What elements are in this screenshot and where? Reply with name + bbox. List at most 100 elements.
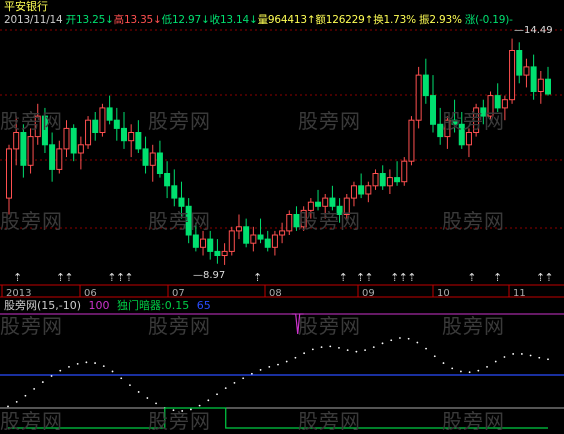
candle-body: [228, 230, 235, 252]
oscillator-dot: [381, 342, 384, 345]
amplitude-value: 2.93%: [429, 14, 462, 26]
quote-date: 2013/11/14: [4, 14, 63, 26]
up-arrow-icon: ⇡: [13, 271, 22, 284]
oscillator-dot: [451, 367, 454, 370]
indicator-level: 100: [88, 299, 110, 312]
candle-body: [99, 107, 106, 134]
quote-bar: 2013/11/14 开13.25↓高13.35↓低12.97↓收13.14↓量…: [4, 14, 513, 26]
oscillator-dot: [137, 391, 140, 393]
oscillator-dot: [102, 365, 105, 368]
candle-body: [465, 132, 472, 146]
watermark: 股旁网: [298, 109, 361, 133]
oscillator-dot: [390, 339, 393, 342]
candle-body: [271, 234, 278, 248]
watermark: 股旁网: [298, 209, 361, 233]
signal-value: 0.15: [164, 299, 190, 312]
candle-body: [386, 177, 393, 187]
oscillator-dot: [399, 337, 401, 339]
candle-body: [192, 234, 199, 248]
down-arrow-icon: ↓: [249, 14, 258, 26]
up-arrow-icon: ⇡: [467, 271, 476, 284]
candle-body: [63, 127, 70, 150]
oscillator-dot: [364, 349, 366, 352]
candle-body: [77, 144, 84, 154]
candle-body: [365, 185, 372, 195]
candle-body: [401, 160, 408, 183]
candle-body: [372, 173, 379, 187]
candle-body: [537, 78, 544, 92]
turnover-label: 换: [373, 14, 384, 26]
oscillator-dot: [460, 370, 462, 373]
oscillator-dot: [111, 370, 114, 373]
oscillator-dot: [494, 360, 497, 363]
candle-body: [207, 238, 214, 252]
candle-body: [135, 132, 142, 150]
change-value: (-0.19)-: [475, 14, 513, 26]
low-label: 低: [161, 14, 173, 26]
axis-label-08: 08: [269, 288, 282, 299]
up-arrow-icon: ⇡: [407, 271, 416, 284]
candle-body: [523, 66, 530, 76]
candle-body: [49, 144, 56, 170]
candle-body: [415, 74, 422, 121]
watermark: 股旁网: [442, 109, 505, 133]
change-label: 涨: [464, 14, 476, 26]
oscillator-dot: [24, 394, 27, 397]
candle-body: [235, 226, 242, 232]
oscillator-dot: [33, 388, 36, 390]
oscillator-dot: [233, 381, 236, 384]
volume-value: 964413: [267, 14, 307, 26]
axis-label-09: 09: [362, 288, 375, 299]
close-label: 收: [209, 14, 221, 26]
candle-body: [142, 148, 149, 166]
axis-label-10: 10: [437, 288, 450, 299]
watermark: 股旁网: [148, 209, 211, 233]
candle-body: [509, 50, 516, 101]
candle-body: [394, 177, 401, 183]
max-price-marker: —14.49: [514, 25, 553, 36]
candle-body: [106, 107, 113, 121]
candle-body: [279, 230, 286, 236]
oscillator-dot: [529, 354, 532, 357]
watermark: 股旁网: [0, 109, 63, 133]
candle-body: [545, 78, 551, 95]
candle-body: [530, 66, 537, 93]
up-arrow-icon: ⇡: [253, 271, 262, 284]
oscillator-dot: [355, 350, 358, 353]
high-label: 高: [113, 14, 125, 26]
oscillator-dot: [503, 356, 506, 358]
watermark: 股旁网: [442, 209, 505, 233]
oscillator-dot: [15, 400, 18, 403]
oscillator-dot: [346, 349, 349, 352]
min-price-marker: —8.97: [193, 270, 226, 281]
candle-body: [214, 250, 221, 256]
indicator-title: 股旁网(15,-10) 100 独门暗器:0.15 65: [4, 300, 211, 312]
oscillator-dot: [146, 397, 149, 399]
oscillator-dot: [520, 353, 523, 355]
open-value: 13.25: [75, 14, 106, 26]
candle-body: [6, 148, 12, 199]
oscillator-dot: [477, 369, 480, 372]
watermark: 股旁网: [148, 314, 211, 338]
down-arrow-icon: ↓: [153, 14, 162, 26]
oscillator-dot: [303, 352, 306, 355]
oscillator-dot: [224, 387, 227, 390]
candle-body: [70, 127, 77, 154]
indicator-tail: 65: [196, 299, 211, 312]
up-arrow-icon: ⇡: [339, 271, 348, 284]
oscillator-dot: [442, 362, 445, 364]
oscillator-dot: [468, 371, 471, 374]
oscillator-dot: [416, 341, 419, 344]
candle-body: [516, 50, 523, 76]
max-price-value: 14.49: [524, 25, 553, 36]
oscillator-dot: [41, 381, 44, 383]
candle-body: [113, 119, 120, 129]
signal-arrows: ⇡ ⇡ ⇡ ⇡ ⇡ ⇡ ⇡ ⇡ ⇡ ⇡ ⇡ ⇡ ⇡ ⇡ ⇡ ⇡ ⇡: [13, 271, 554, 284]
candle-body: [430, 95, 437, 125]
oscillator-dot: [250, 372, 253, 375]
oscillator-dot: [486, 365, 488, 368]
indicator-params: (15,-10): [37, 299, 82, 312]
candle-body: [85, 119, 92, 146]
watermark: 股旁网: [442, 314, 505, 338]
candle-body: [200, 238, 207, 248]
